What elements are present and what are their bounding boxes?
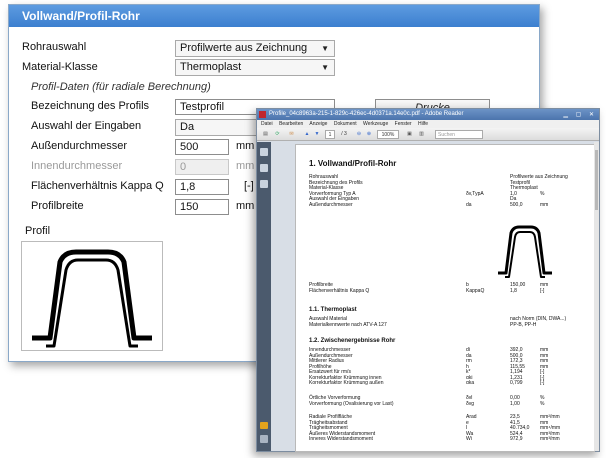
lock-icon[interactable]	[260, 422, 268, 429]
fit-page-icon[interactable]: ▣	[405, 130, 414, 139]
doc-cell-unit: %	[540, 190, 545, 197]
profil-label: Profil	[25, 225, 51, 237]
doc-cell-value: 1,00	[510, 400, 520, 407]
scroll-thumb[interactable]	[595, 150, 598, 210]
rohrauswahl-label: Rohrauswahl	[22, 41, 87, 53]
vertical-scrollbar[interactable]	[594, 142, 599, 451]
kappa-label: Flächenverhältnis Kappa Q	[31, 180, 164, 192]
doc-cell-unit: mm³/mm	[540, 436, 560, 442]
adobe-reader-icon	[259, 111, 266, 118]
menu-item[interactable]: Fenster	[395, 121, 412, 127]
doc-cell-label: Korrekturfaktor Krümmung außen	[309, 380, 384, 386]
chevron-down-icon: ▼	[321, 63, 329, 72]
doc-cell-symbol: Wi	[466, 436, 472, 442]
window-controls[interactable]: ▁ ▢ ✕	[563, 110, 597, 121]
zoom-select[interactable]: 100%	[377, 130, 399, 139]
doc-cell-unit: [-]	[540, 287, 545, 294]
doc-cell-value: 972,9	[510, 436, 523, 442]
aussen-unit: mm	[236, 140, 255, 152]
profile-data-section-label: Profil-Daten (für radiale Berechnung)	[31, 81, 211, 93]
attachments-panel-icon[interactable]	[260, 164, 268, 172]
doc-cell-value: 1,8	[510, 287, 517, 294]
doc-cell-symbol: da	[466, 201, 472, 208]
doc-cell-label: Außendurchmesser	[309, 201, 353, 208]
innen-unit: mm	[236, 160, 255, 172]
profile-shape-image	[32, 249, 152, 348]
bookmarks-panel-icon[interactable]	[260, 180, 268, 188]
doc-cell-label: Inneres Widerstandsmoment	[309, 436, 373, 442]
doc-cell-symbol: δv,TypA	[466, 190, 484, 197]
breite-input[interactable]: 150	[175, 199, 229, 215]
email-icon[interactable]: ✉	[287, 130, 296, 139]
chevron-down-icon: ▼	[321, 44, 329, 53]
pages-panel-icon[interactable]	[260, 148, 268, 156]
menu-item[interactable]: Bearbeiten	[279, 121, 303, 127]
rohrauswahl-select[interactable]: Profilwerte aus Zeichnung ▼	[175, 40, 335, 57]
doc-cell-symbol: αka	[466, 380, 475, 386]
doc-cell-label: Materialkennwerte nach ATV-A 127	[309, 321, 387, 328]
page-number-input[interactable]: 1	[325, 130, 335, 139]
material-label: Material-Klasse	[22, 61, 98, 73]
doc-cell-unit: [-]	[540, 380, 545, 386]
viewer-title: Profile_04c8963a-215-1-829c-426ec-4d0371…	[269, 111, 464, 117]
doc-subheading-thermoplast: 1.1. Thermoplast	[309, 307, 357, 313]
breite-label: Profilbreite	[31, 200, 84, 212]
menu-item[interactable]: Datei	[261, 121, 273, 127]
doc-cell-label: Vorverformung (Ovalisierung vor Last)	[309, 400, 394, 407]
doc-cell-unit: mm	[540, 201, 549, 208]
zoom-in-icon[interactable]: ⊕	[365, 130, 373, 139]
profile-drawing	[21, 241, 163, 351]
kappa-unit: [-]	[244, 180, 254, 192]
viewer-sidebar	[257, 142, 271, 451]
menu-item[interactable]: Hilfe	[418, 121, 428, 127]
doc-cell-symbol: δvg	[466, 400, 475, 407]
doc-cell-label: Flächenverhältnis Kappa Q	[309, 287, 370, 294]
share-icon[interactable]: ⟳	[273, 130, 282, 139]
doc-cell-value: 500,0	[510, 201, 523, 208]
viewer-titlebar: Profile_04c8963a-215-1-829c-426ec-4d0371…	[257, 109, 599, 120]
print-icon[interactable]: ▤	[261, 130, 270, 139]
doc-cell-symbol: KappaQ	[466, 287, 485, 294]
menu-item[interactable]: Werkzeuge	[363, 121, 388, 127]
innen-label: Innendurchmesser	[31, 160, 123, 172]
previous-page-icon[interactable]: ▲	[303, 130, 311, 139]
pdf-page: 1. Vollwand/Profil-Rohr Rohrauswahl Profi…	[295, 144, 595, 452]
zoom-out-icon[interactable]: ⊖	[355, 130, 363, 139]
breite-unit: mm	[236, 200, 255, 212]
doc-subheading-results: 1.2. Zwischenergebnisse Rohr	[309, 338, 396, 344]
rohrauswahl-value: Profilwerte aus Zeichnung	[180, 42, 308, 54]
paperclip-icon[interactable]	[260, 435, 268, 443]
doc-profile-image	[498, 225, 552, 278]
auswahl-value: Da	[180, 121, 195, 133]
material-value: Thermoplast	[180, 61, 242, 73]
aussen-label: Außendurchmesser	[31, 140, 127, 152]
page-total: / 3	[341, 131, 347, 137]
pdf-viewer-window: Profile_04c8963a-215-1-829c-426ec-4d0371…	[256, 108, 600, 452]
search-input[interactable]: Suchen	[435, 130, 483, 139]
fit-width-icon[interactable]: ▥	[417, 130, 426, 139]
aussen-input[interactable]: 500	[175, 139, 229, 155]
doc-cell-unit: %	[540, 400, 545, 407]
viewer-toolbar: ▤ ⟳ ✉ ▲ ▼ 1 / 3 ⊖ ⊕ 100% ▣ ▥ Suchen	[257, 128, 599, 141]
kappa-input[interactable]: 1,8	[175, 179, 229, 195]
doc-heading: 1. Vollwand/Profil-Rohr	[309, 159, 397, 168]
bezeichnung-label: Bezeichnung des Profils	[31, 100, 150, 112]
innen-input: 0	[175, 159, 229, 175]
auswahl-label: Auswahl der Eingaben	[31, 120, 142, 132]
doc-cell-value: 0,799	[510, 380, 523, 386]
menu-item[interactable]: Anzeige	[309, 121, 327, 127]
viewer-menubar: Datei Bearbeiten Anzeige Dokument Werkze…	[257, 120, 599, 128]
material-select[interactable]: Thermoplast ▼	[175, 59, 335, 76]
menu-item[interactable]: Dokument	[334, 121, 357, 127]
next-page-icon[interactable]: ▼	[313, 130, 321, 139]
doc-cell-value: PP-B, PP-H	[510, 321, 537, 328]
dialog-title: Vollwand/Profil-Rohr	[9, 5, 539, 27]
